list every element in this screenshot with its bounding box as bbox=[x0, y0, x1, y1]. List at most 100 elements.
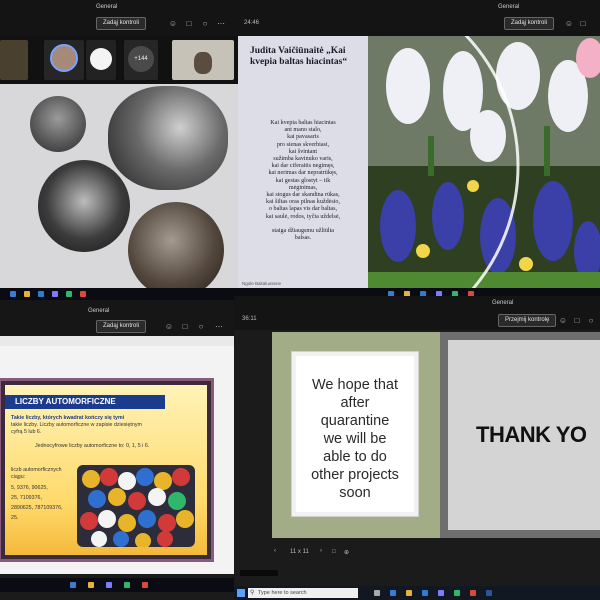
teams-title-bar: General Zadąj kontroli ☺ □ ○ ⋯ bbox=[0, 300, 234, 336]
task-view-icon[interactable] bbox=[374, 590, 380, 596]
office-icon[interactable] bbox=[470, 590, 476, 596]
people-icon[interactable]: ☺ bbox=[168, 19, 178, 28]
poem-body: Kai kvepia baltas hiacintas ant mano stal… bbox=[242, 120, 364, 242]
call-timer: 36:11 bbox=[242, 316, 257, 322]
folder-icon[interactable] bbox=[88, 582, 94, 588]
automorphic-slide: LICZBY AUTOMORFICZNE Takie liczby, który… bbox=[0, 378, 214, 562]
windows-start-icon[interactable] bbox=[237, 589, 245, 597]
app-icon[interactable] bbox=[80, 291, 86, 297]
fullscreen-icon[interactable]: □ bbox=[332, 549, 336, 555]
request-control-button[interactable]: Zadąj kontroli bbox=[504, 17, 555, 30]
search-icon: ⚲ bbox=[250, 590, 255, 596]
poem-line: kai pavasaris bbox=[287, 134, 319, 141]
hyacinth-illustration bbox=[368, 36, 600, 288]
teams-title-bar: General Zadąj kontroli ☺ □ ○ ⋯ bbox=[0, 0, 238, 36]
poem-line: kai stogus dar skandina rūkas, bbox=[266, 192, 340, 199]
portrait-photo bbox=[128, 202, 224, 298]
chevron-left-icon[interactable]: ‹ bbox=[274, 548, 276, 554]
teams-title-bar: General 36:11 Przejmij kontrolę ☺ □ ○ bbox=[234, 296, 600, 330]
poem-line: staiga džiaugsmu užliūlta bbox=[272, 228, 334, 235]
windows-taskbar: ⚲ Type here to search bbox=[234, 586, 600, 600]
app-icon[interactable] bbox=[70, 582, 76, 588]
participant-video[interactable] bbox=[172, 40, 234, 80]
poem-line: kai saulė, rodos, tyčia uždelsė, bbox=[265, 213, 341, 220]
request-control-button[interactable]: Zadąj kontroli bbox=[96, 17, 147, 30]
teams-window-top-right: 24:46 General Zadąj kontroli ☺ □ Judita … bbox=[238, 0, 600, 300]
poem-line: kai šiltas oras pilnas kuždėsio, bbox=[266, 199, 340, 206]
reaction-icon[interactable]: ○ bbox=[200, 19, 210, 28]
poem-line: pro sienas skverbiasi, bbox=[276, 141, 330, 148]
participant-avatar[interactable] bbox=[44, 40, 84, 80]
channel-title: General bbox=[492, 300, 514, 306]
search-placeholder: Type here to search bbox=[258, 590, 307, 596]
slide-body: LICZBY AUTOMORFICZNE Takie liczby, który… bbox=[5, 385, 207, 555]
search-input[interactable]: ⚲ Type here to search bbox=[248, 588, 358, 598]
more-icon[interactable]: ⋯ bbox=[216, 19, 226, 28]
edge-icon[interactable] bbox=[390, 590, 396, 596]
channel-title: General bbox=[498, 4, 520, 10]
hope-message: We hope that after quarantine we will be… bbox=[304, 376, 406, 502]
app-icon[interactable] bbox=[142, 582, 148, 588]
app-icon[interactable] bbox=[10, 291, 16, 297]
call-timer: 24:46 bbox=[244, 20, 260, 26]
reaction-icon[interactable]: ○ bbox=[586, 316, 596, 325]
poem-title: Judita Vaičiūnaitė „Kai kvepia baltas hi… bbox=[250, 46, 348, 67]
chat-icon[interactable]: □ bbox=[578, 19, 588, 28]
shared-slide-portraits bbox=[0, 84, 238, 298]
teams-icon[interactable] bbox=[52, 291, 58, 297]
hope-line: after bbox=[340, 395, 370, 411]
participant-count-badge: +144 bbox=[128, 46, 154, 72]
poem-line: ant mano stalo, bbox=[284, 127, 322, 134]
hope-line: quarantine bbox=[320, 413, 390, 429]
poem-line: o baltas lapas vis dar baltas, bbox=[268, 206, 338, 213]
participant-video[interactable] bbox=[0, 40, 28, 80]
slide-text: cyfrą 5 lub 6. bbox=[11, 429, 42, 435]
slide-text: takie liczby. Liczby automorficzne w zap… bbox=[11, 422, 142, 428]
more-icon[interactable]: ⋯ bbox=[214, 322, 224, 331]
chat-icon[interactable]: □ bbox=[184, 19, 194, 28]
poem-line: kai švintant bbox=[288, 148, 318, 155]
hyacinth-photo bbox=[368, 36, 600, 288]
slide-text: ciągu: bbox=[11, 474, 26, 480]
chat-icon[interactable]: □ bbox=[180, 322, 190, 331]
people-icon[interactable]: ☺ bbox=[558, 316, 568, 325]
mail-icon[interactable] bbox=[422, 590, 428, 596]
app-icon[interactable] bbox=[124, 582, 130, 588]
thank-you-card: THANK YO bbox=[448, 340, 600, 530]
chat-icon[interactable]: □ bbox=[572, 316, 582, 325]
avatar bbox=[90, 48, 112, 70]
folder-icon[interactable] bbox=[406, 590, 412, 596]
avatar bbox=[50, 44, 78, 72]
take-control-button[interactable]: Przejmij kontrolę bbox=[498, 314, 557, 327]
portrait-photo bbox=[38, 160, 130, 252]
chrome-icon[interactable] bbox=[454, 590, 460, 596]
app-icon[interactable] bbox=[38, 291, 44, 297]
slide-text: liczb automorficznych bbox=[11, 467, 62, 473]
poem-slide-panel: Judita Vaičiūnaitė „Kai kvepia baltas hi… bbox=[238, 36, 368, 288]
chevron-right-icon[interactable]: › bbox=[320, 548, 322, 554]
teams-window-top-left: General Zadąj kontroli ☺ □ ○ ⋯ +144 bbox=[0, 0, 238, 300]
teams-icon[interactable] bbox=[106, 582, 112, 588]
request-control-button[interactable]: Zadąj kontroli bbox=[96, 320, 147, 333]
slide-text: Takie liczby, których kwadrat kończy się… bbox=[11, 415, 125, 421]
folder-icon[interactable] bbox=[24, 291, 30, 297]
poem-line: kai nerimas dar nepratrūkęs, bbox=[268, 170, 338, 177]
shared-slide-thank-you: We hope that after quarantine we will be… bbox=[272, 332, 600, 538]
participant-overflow[interactable]: +144 bbox=[124, 40, 158, 80]
people-icon[interactable]: ☺ bbox=[164, 322, 174, 331]
reaction-icon[interactable]: ○ bbox=[196, 322, 206, 331]
teams-window-bottom-right: General 36:11 Przejmij kontrolę ☺ □ ○ We… bbox=[234, 296, 600, 600]
people-icon[interactable]: ☺ bbox=[564, 19, 574, 28]
app-icon[interactable] bbox=[66, 291, 72, 297]
teams-window-bottom-left: General Zadąj kontroli ☺ □ ○ ⋯ LICZBY AU… bbox=[0, 300, 234, 600]
browser-toolbar bbox=[0, 336, 234, 346]
slide-text: 25, 7109376, bbox=[11, 495, 42, 501]
slide-text: Jednocyfrowe liczby automorficzne to: 0,… bbox=[35, 443, 150, 449]
sync-icon[interactable]: ⊕ bbox=[344, 549, 349, 556]
participant-avatar[interactable] bbox=[86, 40, 116, 80]
slide-text: 2890625, 787109376, bbox=[11, 505, 63, 511]
channel-title: General bbox=[96, 4, 118, 10]
word-icon[interactable] bbox=[486, 590, 492, 596]
participant-strip: +144 bbox=[0, 36, 238, 84]
teams-icon[interactable] bbox=[438, 590, 444, 596]
